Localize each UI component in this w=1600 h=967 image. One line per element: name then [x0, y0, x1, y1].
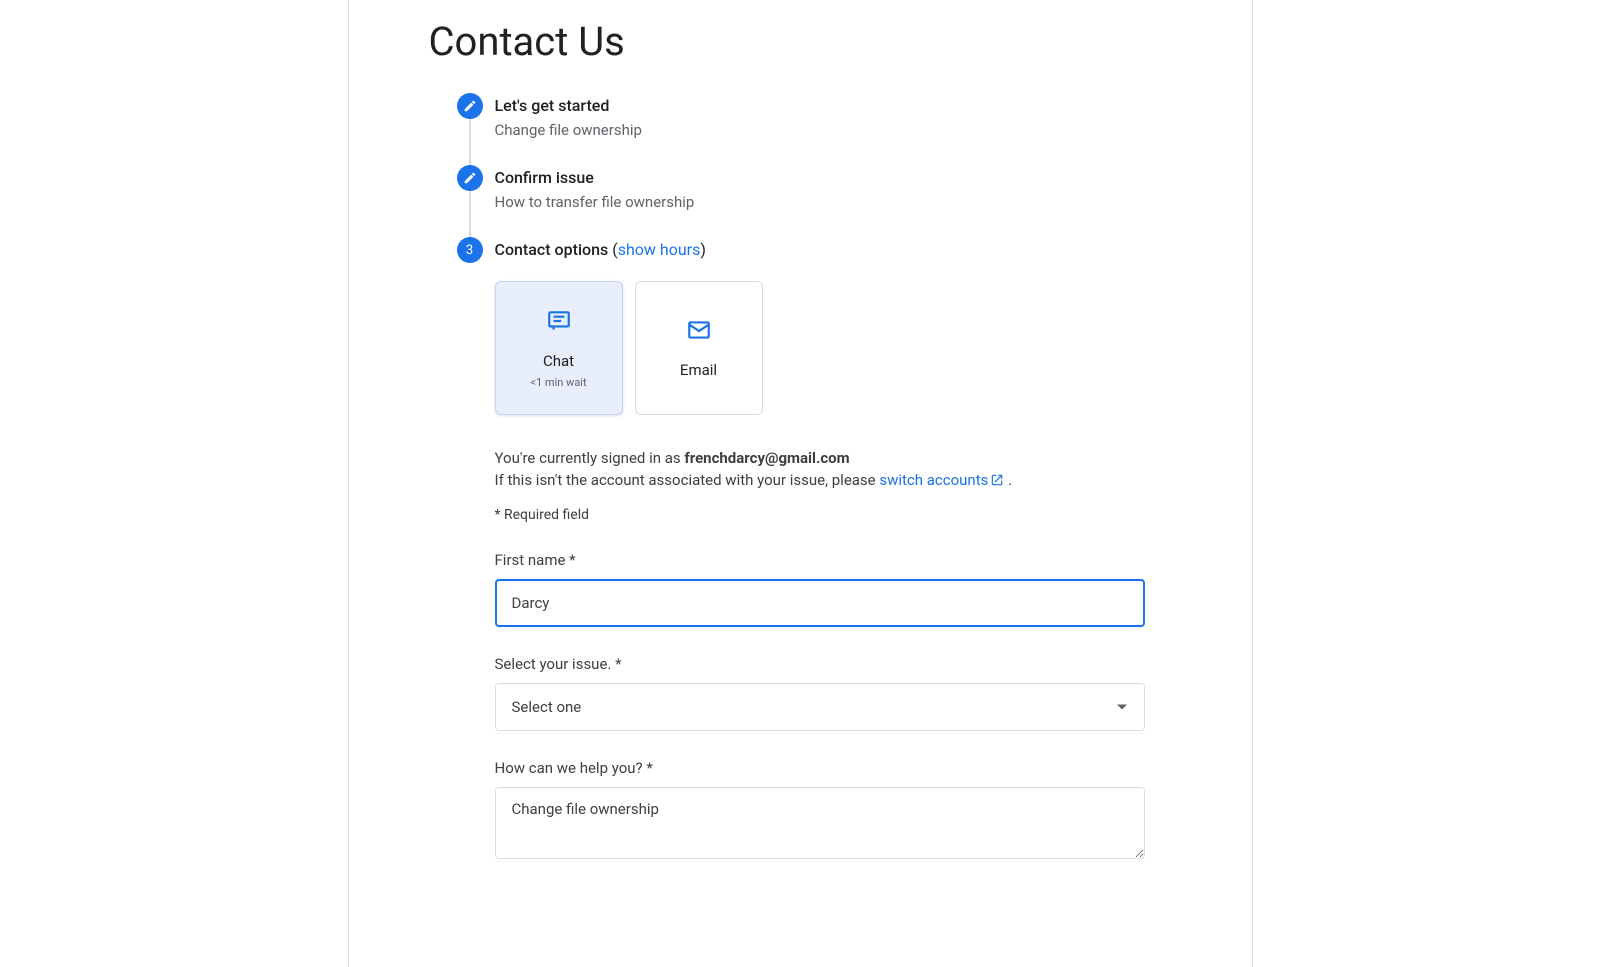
- help-label: How can we help you? *: [495, 759, 1172, 777]
- page-title: Contact Us: [429, 18, 1172, 65]
- first-name-input[interactable]: [495, 579, 1145, 627]
- step-title-text: Contact options: [495, 240, 609, 259]
- first-name-label: First name *: [495, 551, 1172, 569]
- external-link-icon: [988, 471, 1004, 489]
- email-icon: [686, 317, 712, 347]
- step-connector: [469, 119, 471, 171]
- form-area: You're currently signed in as frenchdarc…: [495, 449, 1172, 863]
- step-get-started[interactable]: Let's get started Change file ownership: [457, 93, 1172, 165]
- step-subtitle: How to transfer file ownership: [495, 193, 1172, 211]
- chat-meta: <1 min wait: [530, 376, 586, 389]
- switch-accounts-link[interactable]: switch accounts: [879, 471, 1004, 489]
- help-textarea[interactable]: [495, 787, 1145, 859]
- chat-card[interactable]: Chat <1 min wait: [495, 281, 623, 415]
- step-title: Contact options (show hours): [495, 237, 1172, 263]
- email-label: Email: [680, 361, 717, 379]
- step-number-badge: 3: [457, 237, 483, 263]
- edit-icon: [457, 93, 483, 119]
- switch-suffix: .: [1004, 471, 1012, 489]
- switch-account-line: If this isn't the account associated wit…: [495, 471, 1172, 489]
- issue-select[interactable]: Select one: [495, 683, 1145, 731]
- step-title: Confirm issue: [495, 165, 1172, 191]
- signed-in-prefix: You're currently signed in as: [495, 449, 685, 467]
- stepper: Let's get started Change file ownership …: [457, 93, 1172, 875]
- step-title: Let's get started: [495, 93, 1172, 119]
- required-field-note: * Required field: [495, 507, 1172, 523]
- show-hours-link[interactable]: show hours: [618, 240, 701, 259]
- account-email: frenchdarcy@gmail.com: [684, 449, 849, 467]
- contact-cards: Chat <1 min wait Email: [495, 281, 1172, 415]
- step-contact-options: 3 Contact options (show hours) Chat <1 m…: [457, 237, 1172, 875]
- edit-icon: [457, 165, 483, 191]
- email-card[interactable]: Email: [635, 281, 763, 415]
- step-confirm-issue[interactable]: Confirm issue How to transfer file owner…: [457, 165, 1172, 237]
- switch-prefix: If this isn't the account associated wit…: [495, 471, 880, 489]
- chat-label: Chat: [543, 352, 574, 370]
- issue-label: Select your issue. *: [495, 655, 1172, 673]
- signed-in-text: You're currently signed in as frenchdarc…: [495, 449, 1172, 467]
- step-connector: [469, 191, 471, 243]
- chat-icon: [546, 308, 572, 338]
- step-subtitle: Change file ownership: [495, 121, 1172, 139]
